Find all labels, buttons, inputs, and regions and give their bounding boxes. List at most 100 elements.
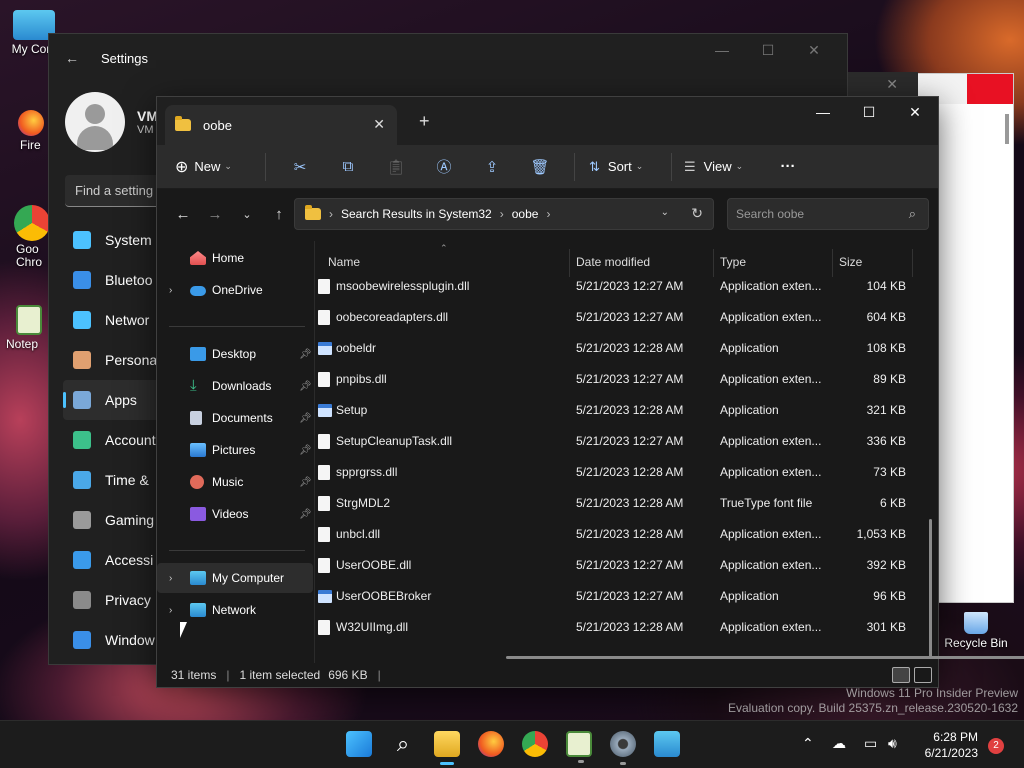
- forward-arrow-icon[interactable]: →: [199, 206, 231, 223]
- pin-icon[interactable]: 📌︎: [299, 445, 312, 456]
- column-header-type[interactable]: Type: [720, 255, 746, 269]
- chrome-taskbar-icon[interactable]: [522, 731, 548, 757]
- sidebar-item-privacy[interactable]: Privacy: [63, 580, 163, 620]
- sidebar-item-account[interactable]: Account: [63, 420, 163, 460]
- pin-icon[interactable]: 📌︎: [299, 509, 312, 520]
- pin-icon[interactable]: 📌︎: [299, 349, 312, 360]
- sidebar-item-home[interactable]: Home: [157, 243, 313, 273]
- table-row[interactable]: oobeldr 5/21/2023 12:28 AM Application 108 …: [316, 333, 916, 364]
- pin-icon[interactable]: 📌︎: [299, 413, 312, 424]
- back-arrow-icon[interactable]: ←: [65, 50, 81, 66]
- file-explorer-taskbar-icon[interactable]: [434, 731, 460, 765]
- show-hidden-icons-chevron-icon[interactable]: ⌃: [802, 735, 814, 752]
- sort-button[interactable]: ⇅ Sort ⌄: [589, 151, 665, 183]
- more-options-icon[interactable]: ···: [764, 158, 812, 175]
- up-arrow-icon[interactable]: ↑: [263, 206, 295, 223]
- horizontal-scrollbar[interactable]: [506, 656, 1024, 659]
- sidebar-item-system[interactable]: System: [63, 220, 163, 260]
- table-row[interactable]: unbcl.dll 5/21/2023 12:28 AM Application e…: [316, 519, 916, 550]
- column-header-size[interactable]: Size: [839, 255, 862, 269]
- remote-desktop-taskbar-icon[interactable]: [654, 731, 680, 757]
- dialog-scrollbar[interactable]: [1005, 114, 1009, 144]
- recent-locations-chevron-icon[interactable]: ⌄: [231, 208, 263, 221]
- new-button[interactable]: ⊕ New ⌄: [175, 151, 255, 183]
- start-button[interactable]: [346, 731, 372, 757]
- sidebar-item-bluetoo[interactable]: Bluetoo: [63, 260, 163, 300]
- vertical-scrollbar[interactable]: [929, 519, 932, 659]
- new-tab-button[interactable]: +: [419, 111, 430, 132]
- settings-taskbar-icon[interactable]: [610, 731, 636, 765]
- sidebar-item-my-computer[interactable]: › My Computer: [157, 563, 313, 593]
- breadcrumb-search-results[interactable]: Search Results in System32: [341, 207, 492, 221]
- sidebar-item-apps[interactable]: Apps: [63, 380, 163, 420]
- table-row[interactable]: UserOOBEBroker 5/21/2023 12:27 AM Applicat…: [316, 581, 916, 612]
- notification-badge[interactable]: 2: [988, 738, 1004, 754]
- sidebar-item-window[interactable]: Window: [63, 620, 163, 660]
- sidebar-item-gaming[interactable]: Gaming: [63, 500, 163, 540]
- view-button[interactable]: ☰ View ⌄: [684, 151, 764, 183]
- tab-oobe[interactable]: oobe ✕: [165, 105, 397, 145]
- search-input[interactable]: Search oobe ⌕: [727, 198, 929, 230]
- network-icon[interactable]: ▭: [864, 735, 877, 752]
- sidebar-item-music[interactable]: Music 📌︎: [157, 467, 313, 497]
- sidebar-item-network[interactable]: › Network: [157, 595, 313, 625]
- column-header-date[interactable]: Date modified: [576, 255, 650, 269]
- expand-chevron-icon[interactable]: ›: [169, 605, 172, 616]
- table-row[interactable]: StrgMDL2 5/21/2023 12:28 AM TrueType font …: [316, 488, 916, 519]
- maximize-button[interactable]: ☐: [745, 42, 791, 59]
- sidebar-item-onedrive[interactable]: › OneDrive: [157, 275, 313, 305]
- desktop-icon-recycle-bin[interactable]: Recycle Bin: [940, 612, 1012, 650]
- column-header-name[interactable]: Name: [328, 255, 360, 269]
- breadcrumb-oobe[interactable]: oobe: [512, 207, 539, 221]
- clock[interactable]: 6:28 PM 6/21/2023: [925, 729, 978, 761]
- sidebar-item-downloads[interactable]: ⤓ Downloads 📌︎: [157, 371, 313, 401]
- table-row[interactable]: spprgrss.dll 5/21/2023 12:28 AM Applicatio…: [316, 457, 916, 488]
- dialog-close-button[interactable]: [967, 74, 1013, 104]
- share-icon[interactable]: ⇪: [468, 158, 516, 176]
- close-button[interactable]: ✕: [791, 42, 837, 59]
- onedrive-offline-icon[interactable]: ☁: [832, 735, 846, 752]
- sidebar-item-accessi[interactable]: Accessi: [63, 540, 163, 580]
- firefox-taskbar-icon[interactable]: [478, 731, 504, 757]
- address-bar[interactable]: › Search Results in System32 › oobe › ⌄ …: [294, 198, 714, 230]
- minimize-button[interactable]: —: [699, 42, 745, 59]
- volume-icon[interactable]: 🔊︎: [888, 735, 897, 752]
- notepad-taskbar-icon[interactable]: [566, 731, 592, 763]
- rename-icon[interactable]: Ⓐ: [420, 156, 468, 177]
- paste-icon[interactable]: 📋︎: [372, 158, 420, 176]
- background-window-close[interactable]: ✕: [848, 72, 918, 98]
- details-view-icon[interactable]: [892, 667, 910, 683]
- cut-icon[interactable]: ✂: [276, 158, 324, 176]
- sidebar-item-desktop[interactable]: Desktop 📌︎: [157, 339, 313, 369]
- copy-icon[interactable]: ⧉: [324, 158, 372, 175]
- table-row[interactable]: UserOOBE.dll 5/21/2023 12:27 AM Applicatio…: [316, 550, 916, 581]
- sidebar-item-time-[interactable]: Time &: [63, 460, 163, 500]
- close-tab-icon[interactable]: ✕: [373, 116, 385, 133]
- user-profile[interactable]: VM VM: [65, 92, 158, 152]
- sidebar-item-pictures[interactable]: Pictures 📌︎: [157, 435, 313, 465]
- search-icon[interactable]: ⌕: [390, 731, 416, 757]
- refresh-icon[interactable]: ↻: [691, 205, 703, 222]
- delete-icon[interactable]: 🗑︎: [516, 158, 564, 176]
- table-row[interactable]: pnpibs.dll 5/21/2023 12:27 AM Application …: [316, 364, 916, 395]
- expand-chevron-icon[interactable]: ›: [169, 285, 172, 296]
- maximize-button[interactable]: ☐: [846, 97, 892, 127]
- close-button[interactable]: ✕: [892, 97, 938, 127]
- settings-search-input[interactable]: Find a setting: [65, 175, 165, 207]
- expand-chevron-icon[interactable]: ›: [169, 573, 172, 584]
- pin-icon[interactable]: 📌︎: [299, 477, 312, 488]
- back-arrow-icon[interactable]: ←: [167, 206, 199, 223]
- table-row[interactable]: msoobewirelessplugin.dll 5/21/2023 12:27 …: [316, 271, 916, 302]
- address-history-chevron-icon[interactable]: ⌄: [661, 207, 669, 218]
- sidebar-item-videos[interactable]: Videos 📌︎: [157, 499, 313, 529]
- sidebar-item-networ[interactable]: Networ: [63, 300, 163, 340]
- large-icons-view-icon[interactable]: [914, 667, 932, 683]
- sidebar-item-documents[interactable]: Documents 📌︎: [157, 403, 313, 433]
- table-row[interactable]: SetupCleanupTask.dll 5/21/2023 12:27 AM Ap…: [316, 426, 916, 457]
- table-row[interactable]: oobecoreadapters.dll 5/21/2023 12:27 AM Ap…: [316, 302, 916, 333]
- pin-icon[interactable]: 📌︎: [299, 381, 312, 392]
- sidebar-item-persona[interactable]: Persona: [63, 340, 163, 380]
- minimize-button[interactable]: —: [800, 97, 846, 127]
- table-row[interactable]: Setup 5/21/2023 12:28 AM Application 321 KB: [316, 395, 916, 426]
- table-row[interactable]: W32UIImg.dll 5/21/2023 12:28 AM Applicatio…: [316, 612, 916, 643]
